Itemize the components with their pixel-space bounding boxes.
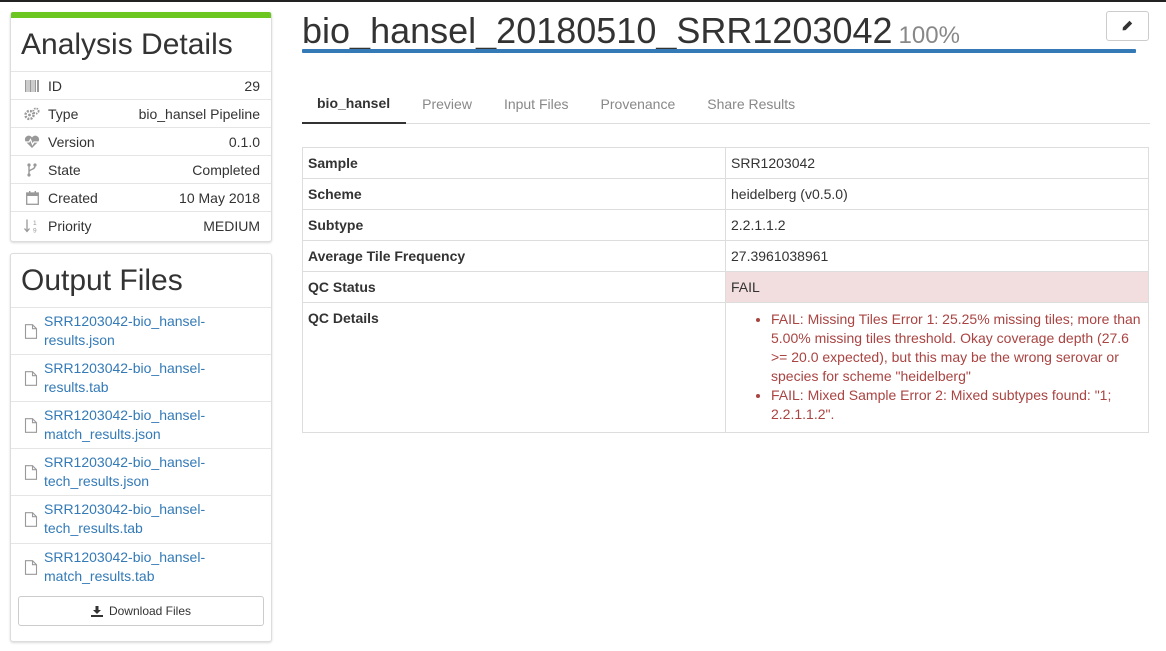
file-name-line2: tech_results.tab bbox=[44, 520, 143, 536]
file-icon bbox=[24, 559, 38, 575]
detail-row-state: State Completed bbox=[11, 155, 271, 183]
file-name-line2: match_results.json bbox=[44, 426, 161, 442]
tab-bio-hansel[interactable]: bio_hansel bbox=[302, 84, 407, 124]
file-name-line1: SRR1203042-bio_hansel- bbox=[44, 454, 206, 470]
result-key: Subtype bbox=[302, 209, 726, 241]
detail-value: 0.1.0 bbox=[228, 133, 260, 150]
detail-label: Version bbox=[48, 133, 95, 150]
calendar-icon bbox=[23, 190, 41, 205]
title-progress-bar bbox=[302, 49, 1136, 53]
file-name-line1: SRR1203042-bio_hansel- bbox=[44, 549, 206, 565]
result-key: QC Details bbox=[302, 302, 726, 433]
tab-preview[interactable]: Preview bbox=[406, 84, 488, 124]
output-file-link[interactable]: SRR1203042-bio_hansel-match_results.tab bbox=[44, 548, 224, 586]
detail-row-version: Version 0.1.0 bbox=[11, 127, 271, 155]
analysis-name: bio_hansel_20180510_SRR1203042 bbox=[302, 10, 893, 51]
svg-text:1: 1 bbox=[33, 220, 37, 227]
table-row: Sample SRR1203042 bbox=[302, 147, 1149, 179]
qc-detail-item: FAIL: Mixed Sample Error 2: Mixed subtyp… bbox=[771, 386, 1143, 424]
qc-details-list: FAIL: Missing Tiles Error 1: 25.25% miss… bbox=[731, 310, 1143, 424]
barcode-icon bbox=[23, 79, 41, 93]
file-row: SRR1203042-bio_hansel-results.json bbox=[11, 307, 271, 354]
file-row: SRR1203042-bio_hansel-tech_results.json bbox=[11, 448, 271, 495]
table-row: Average Tile Frequency 27.3961038961 bbox=[302, 240, 1149, 272]
file-name-line1: SRR1203042-bio_hansel- bbox=[44, 360, 206, 376]
result-value: SRR1203042 bbox=[725, 147, 1149, 179]
file-icon bbox=[24, 464, 38, 480]
download-files-label: Download Files bbox=[108, 604, 192, 618]
analysis-progress-bar bbox=[11, 12, 271, 18]
progress-percent: 100% bbox=[898, 22, 960, 49]
detail-value: 10 May 2018 bbox=[179, 189, 260, 206]
output-file-link[interactable]: SRR1203042-bio_hansel-tech_results.json bbox=[44, 453, 224, 491]
file-name-line1: SRR1203042-bio_hansel- bbox=[44, 407, 206, 423]
analysis-details-panel: Analysis Details ID 29 Type bio_hansel P… bbox=[10, 12, 272, 242]
output-files-heading: Output Files bbox=[21, 264, 183, 297]
file-row: SRR1203042-bio_hansel-tech_results.tab bbox=[11, 495, 271, 542]
output-file-link[interactable]: SRR1203042-bio_hansel-tech_results.tab bbox=[44, 500, 224, 538]
sort-numeric-icon: 19 bbox=[23, 219, 41, 233]
result-value: 2.2.1.1.2 bbox=[725, 209, 1149, 241]
qc-detail-item: FAIL: Missing Tiles Error 1: 25.25% miss… bbox=[771, 310, 1143, 386]
pencil-icon bbox=[1122, 19, 1133, 34]
file-icon bbox=[24, 323, 38, 339]
detail-row-type: Type bio_hansel Pipeline bbox=[11, 99, 271, 127]
edit-button[interactable] bbox=[1106, 11, 1149, 41]
cogs-icon bbox=[23, 107, 41, 121]
qc-status-value: FAIL bbox=[725, 271, 1149, 303]
qc-details-value: FAIL: Missing Tiles Error 1: 25.25% miss… bbox=[725, 302, 1149, 433]
output-file-link[interactable]: SRR1203042-bio_hansel-match_results.json bbox=[44, 406, 224, 444]
file-name-line1: SRR1203042-bio_hansel- bbox=[44, 501, 206, 517]
tab-provenance[interactable]: Provenance bbox=[585, 84, 692, 124]
file-name-line2: results.json bbox=[44, 332, 115, 348]
analysis-details-heading: Analysis Details bbox=[21, 28, 233, 61]
result-key: Average Tile Frequency bbox=[302, 240, 726, 272]
file-name-line1: SRR1203042-bio_hansel- bbox=[44, 313, 206, 329]
result-tabs: bio_hansel Preview Input Files Provenanc… bbox=[302, 84, 1150, 124]
result-value: heidelberg (v0.5.0) bbox=[725, 178, 1149, 210]
result-key: Scheme bbox=[302, 178, 726, 210]
detail-label: State bbox=[48, 161, 81, 178]
file-icon bbox=[24, 511, 38, 527]
svg-text:9: 9 bbox=[33, 227, 37, 233]
code-fork-icon bbox=[23, 162, 41, 177]
detail-value: 29 bbox=[244, 77, 260, 94]
file-row: SRR1203042-bio_hansel-match_results.json bbox=[11, 401, 271, 448]
detail-row-priority: 19 Priority MEDIUM bbox=[11, 211, 271, 239]
table-row: Scheme heidelberg (v0.5.0) bbox=[302, 178, 1149, 210]
heartbeat-icon bbox=[23, 135, 41, 149]
detail-row-created: Created 10 May 2018 bbox=[11, 183, 271, 211]
download-icon bbox=[90, 605, 103, 617]
file-icon bbox=[24, 370, 38, 386]
tab-share-results[interactable]: Share Results bbox=[691, 84, 811, 124]
detail-label: ID bbox=[48, 77, 62, 94]
detail-value: bio_hansel Pipeline bbox=[138, 105, 260, 122]
detail-value: Completed bbox=[192, 161, 260, 178]
output-file-link[interactable]: SRR1203042-bio_hansel-results.json bbox=[44, 312, 224, 350]
detail-value: MEDIUM bbox=[203, 217, 260, 234]
qc-details-row: QC Details FAIL: Missing Tiles Error 1: … bbox=[302, 302, 1149, 433]
file-name-line2: results.tab bbox=[44, 379, 109, 395]
result-key: Sample bbox=[302, 147, 726, 179]
top-border bbox=[0, 0, 1166, 2]
result-value: 27.3961038961 bbox=[725, 240, 1149, 272]
result-key: QC Status bbox=[302, 271, 726, 303]
qc-status-row: QC Status FAIL bbox=[302, 271, 1149, 303]
table-row: Subtype 2.2.1.1.2 bbox=[302, 209, 1149, 241]
detail-label: Type bbox=[48, 105, 79, 122]
file-name-line2: match_results.tab bbox=[44, 568, 155, 584]
results-table: Sample SRR1203042 Scheme heidelberg (v0.… bbox=[302, 147, 1149, 433]
output-file-link[interactable]: SRR1203042-bio_hansel-results.tab bbox=[44, 359, 224, 397]
detail-label: Created bbox=[48, 189, 98, 206]
tab-input-files[interactable]: Input Files bbox=[488, 84, 585, 124]
download-files-button[interactable]: Download Files bbox=[18, 596, 264, 626]
detail-label: Priority bbox=[48, 217, 92, 234]
file-row: SRR1203042-bio_hansel-results.tab bbox=[11, 354, 271, 401]
file-icon bbox=[24, 417, 38, 433]
file-row: SRR1203042-bio_hansel-match_results.tab bbox=[11, 543, 271, 590]
output-files-panel: Output Files SRR1203042-bio_hansel-resul… bbox=[10, 253, 272, 642]
detail-row-id: ID 29 bbox=[11, 71, 271, 99]
file-name-line2: tech_results.json bbox=[44, 473, 150, 489]
